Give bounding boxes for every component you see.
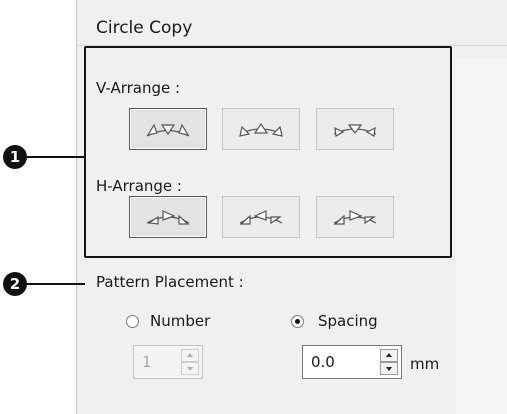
h-arrange-option-1[interactable]	[129, 196, 207, 238]
spacing-radio-label[interactable]: Spacing	[318, 312, 378, 330]
spacing-spin-buttons	[380, 349, 398, 375]
spacing-value: 0.0	[311, 353, 335, 371]
number-spinbox[interactable]: 1	[133, 345, 203, 379]
spacing-decrement-button[interactable]	[380, 362, 398, 375]
v-arrange-option-3[interactable]	[316, 108, 394, 150]
callout-badge-arrange: 1	[3, 145, 27, 169]
h-arrange-counterclockwise-icon	[239, 210, 283, 225]
number-radio-label[interactable]: Number	[150, 312, 210, 330]
h-arrange-option-3[interactable]	[316, 196, 394, 238]
v-arrange-label: V-Arrange :	[96, 79, 181, 97]
number-radio[interactable]	[126, 315, 139, 328]
h-arrange-label: H-Arrange :	[96, 177, 182, 195]
callout-line-placement	[27, 283, 85, 285]
v-arrange-outward-icon	[146, 123, 190, 137]
h-arrange-clockwise-icon	[146, 210, 190, 225]
number-increment-button[interactable]	[181, 349, 199, 362]
v-arrange-rotated-icon	[333, 124, 377, 137]
spacing-spinbox[interactable]: 0.0	[302, 345, 402, 379]
h-arrange-alternate-icon	[333, 210, 377, 225]
v-arrange-option-1[interactable]	[129, 108, 207, 150]
number-spin-buttons	[181, 349, 199, 375]
spacing-increment-button[interactable]	[380, 349, 398, 362]
callout-line-arrange	[27, 156, 85, 158]
h-arrange-option-2[interactable]	[222, 196, 300, 238]
number-value: 1	[142, 353, 152, 371]
spacing-unit: mm	[410, 355, 440, 373]
number-decrement-button[interactable]	[181, 362, 199, 375]
v-arrange-inward-icon	[239, 122, 283, 137]
spacing-radio[interactable]	[291, 315, 304, 328]
callout-badge-placement: 2	[3, 272, 27, 296]
pattern-placement-label: Pattern Placement :	[96, 273, 244, 291]
dialog-title: Circle Copy	[96, 18, 193, 38]
preview-area	[456, 58, 507, 414]
v-arrange-option-2[interactable]	[222, 108, 300, 150]
